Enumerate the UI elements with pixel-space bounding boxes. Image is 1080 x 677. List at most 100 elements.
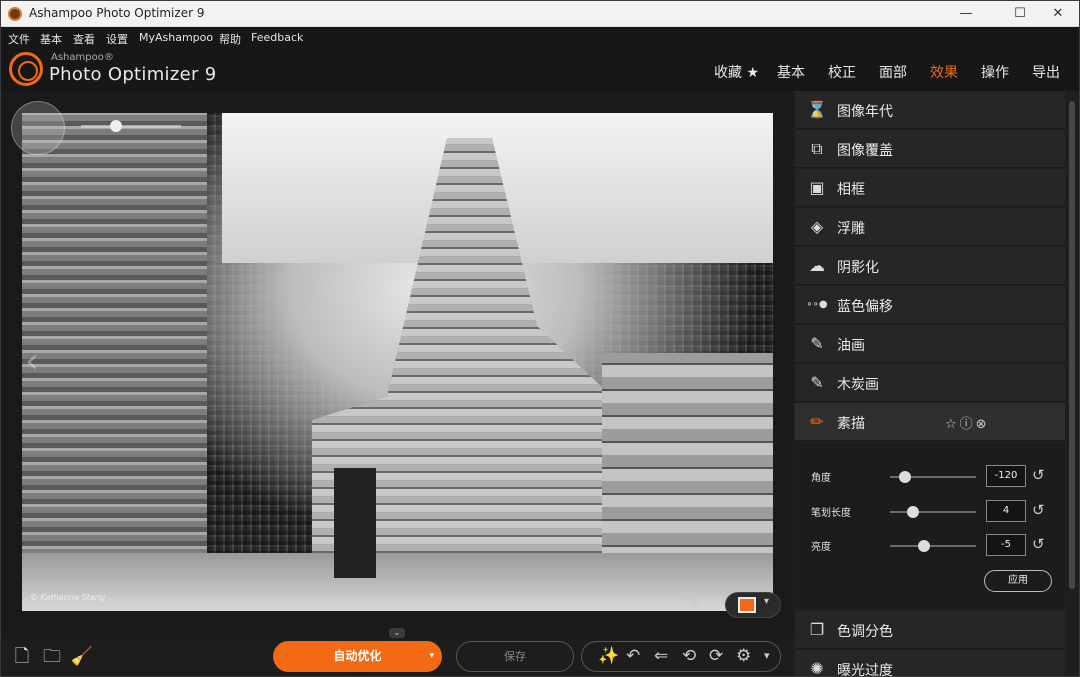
- effect-label: 曝光过度: [837, 663, 893, 677]
- collapse-toolbar-icon[interactable]: ⌄: [389, 628, 405, 638]
- clean-list-icon[interactable]: 🧹: [69, 644, 95, 670]
- brightness-slider-track[interactable]: [890, 545, 976, 547]
- add-folder-icon[interactable]: 🗀: [39, 644, 65, 670]
- effect-charcoal[interactable]: ✎ 木炭画: [795, 364, 1065, 402]
- menu-basic[interactable]: 基本: [40, 31, 62, 47]
- panel-scrollbar[interactable]: [1069, 101, 1075, 589]
- effect-actions-icons[interactable]: ☆ⓘ⊗: [945, 413, 990, 432]
- undo-all-icon[interactable]: ⇐: [654, 646, 668, 666]
- angle-slider-knob[interactable]: [898, 471, 911, 483]
- effect-label: 图像覆盖: [837, 143, 893, 159]
- close-button[interactable]: ✕: [1035, 1, 1079, 27]
- emboss-icon: ◈: [810, 217, 824, 236]
- effect-label: 木炭画: [837, 377, 879, 393]
- tab-basic[interactable]: 基本: [777, 62, 805, 82]
- photo-caption: © Katharina Starig: [30, 593, 106, 602]
- photo-ground: [22, 553, 773, 611]
- effect-shadow[interactable]: ☁ 阴影化: [795, 247, 1065, 285]
- brightness-label: 亮度: [811, 542, 831, 553]
- effect-oil-painting[interactable]: ✎ 油画: [795, 325, 1065, 363]
- effect-label: 浮雕: [837, 221, 865, 237]
- menu-help[interactable]: 帮助: [219, 31, 241, 47]
- effect-overexpose[interactable]: ✺ 曝光过度: [795, 650, 1065, 677]
- bottom-toolbar: 🗋 🗀 🧹 自动优化 ▾ 保存 ✨ ↶ ⇐ ⟲ ⟳ ⚙ ▾: [1, 638, 793, 676]
- menu-view[interactable]: 查看: [73, 31, 95, 47]
- edit-tools-group: ✨ ↶ ⇐ ⟲ ⟳ ⚙ ▾: [581, 641, 781, 672]
- app-logo-icon: [8, 7, 22, 21]
- title-bar: Ashampoo Photo Optimizer 9 — ☐ ✕: [1, 1, 1079, 27]
- rotate-left-icon[interactable]: ⟲: [682, 646, 696, 666]
- sketch-settings: 角度 -120 ↺ 笔划长度 4 ↺ 亮度 -5 ↺ 应用: [795, 444, 1065, 608]
- brightness-slider-knob[interactable]: [918, 540, 931, 552]
- chevron-down-icon[interactable]: ▾: [764, 649, 770, 662]
- apply-button[interactable]: 应用: [984, 570, 1052, 592]
- effect-label: 阴影化: [837, 260, 879, 276]
- previous-image-icon[interactable]: ‹: [25, 341, 39, 381]
- tab-effects[interactable]: 效果: [930, 62, 958, 82]
- background-color-picker[interactable]: ▾: [725, 592, 781, 618]
- effect-posterize[interactable]: ❐ 色调分色: [795, 611, 1065, 649]
- auto-optimize-button[interactable]: 自动优化 ▾: [273, 641, 442, 672]
- effect-label: 图像年代: [837, 104, 893, 120]
- brightness-value-input[interactable]: -5: [986, 534, 1026, 556]
- rotate-right-icon[interactable]: ⟳: [709, 646, 723, 666]
- hourglass-icon: ⌛: [807, 100, 827, 119]
- effect-image-age[interactable]: ⌛ 图像年代: [795, 91, 1065, 129]
- effect-label: 相框: [837, 182, 865, 198]
- effect-label: 蓝色偏移: [837, 299, 893, 315]
- stroke-length-slider-knob[interactable]: [907, 506, 920, 518]
- product-logo: Ashampoo® Photo Optimizer 9: [9, 52, 229, 88]
- menu-myashampoo[interactable]: MyAshampoo: [139, 31, 213, 44]
- brand-name: Ashampoo®: [51, 52, 114, 63]
- effect-label: 素描: [837, 416, 865, 432]
- auto-optimize-label: 自动优化: [333, 649, 382, 663]
- stroke-length-slider-track[interactable]: [890, 511, 976, 513]
- gear-icon[interactable]: ⚙: [736, 646, 751, 666]
- effect-sketch[interactable]: ✏ 素描 ☆ⓘ⊗: [795, 403, 1065, 441]
- image-overlay-icon: ⧉: [811, 139, 823, 158]
- tab-actions[interactable]: 操作: [981, 62, 1009, 82]
- chevron-down-icon[interactable]: ▾: [429, 641, 434, 672]
- menu-feedback[interactable]: Feedback: [251, 31, 303, 44]
- photo-doorway: [334, 468, 376, 578]
- magic-wand-icon[interactable]: ✨: [598, 646, 619, 666]
- app-window: Ashampoo Photo Optimizer 9 — ☐ ✕ 文件 基本 查…: [0, 0, 1080, 677]
- minimize-button[interactable]: —: [943, 1, 989, 27]
- brightness-reset-icon[interactable]: ↺: [1032, 535, 1045, 553]
- window-title: Ashampoo Photo Optimizer 9: [29, 6, 205, 20]
- effect-label: 油画: [837, 338, 865, 354]
- undo-icon[interactable]: ↶: [626, 646, 640, 666]
- effect-label: 色调分色: [837, 624, 893, 640]
- stroke-length-value-input[interactable]: 4: [986, 500, 1026, 522]
- tab-export[interactable]: 导出: [1032, 62, 1060, 82]
- photo-preview[interactable]: © Katharina Starig: [22, 113, 773, 611]
- angle-label: 角度: [811, 473, 831, 484]
- effect-emboss[interactable]: ◈ 浮雕: [795, 208, 1065, 246]
- effect-frame[interactable]: ▣ 相框: [795, 169, 1065, 207]
- effect-blue-shift[interactable]: ∘∘● 蓝色偏移: [795, 286, 1065, 324]
- angle-reset-icon[interactable]: ↺: [1032, 466, 1045, 484]
- zoom-slider-knob[interactable]: [110, 120, 122, 132]
- tab-correction[interactable]: 校正: [828, 62, 856, 82]
- product-name: Photo Optimizer 9: [49, 64, 217, 85]
- navigator-widget[interactable]: [11, 101, 65, 155]
- frame-icon: ▣: [809, 178, 825, 197]
- add-file-icon[interactable]: 🗋: [9, 644, 35, 670]
- menu-file[interactable]: 文件: [8, 31, 30, 47]
- menu-settings[interactable]: 设置: [106, 31, 128, 47]
- menu-bar: 文件 基本 查看 设置 MyAshampoo 帮助 Feedback: [1, 28, 1079, 48]
- effect-image-overlay[interactable]: ⧉ 图像覆盖: [795, 130, 1065, 168]
- compare-view-icon[interactable]: ⤡: [684, 591, 698, 612]
- tab-favorites[interactable]: 收藏 ★: [714, 62, 759, 82]
- zoom-slider-track[interactable]: [81, 125, 181, 128]
- angle-value-input[interactable]: -120: [986, 465, 1026, 487]
- pencil-icon: ✏: [810, 412, 824, 431]
- photo-pillar: [22, 113, 207, 611]
- chevron-down-icon: ▾: [764, 596, 770, 607]
- tab-face[interactable]: 面部: [879, 62, 907, 82]
- save-button[interactable]: 保存: [456, 641, 574, 672]
- ashampoo-logo-icon: [9, 52, 43, 86]
- stroke-length-reset-icon[interactable]: ↺: [1032, 501, 1045, 519]
- charcoal-icon: ✎: [810, 373, 824, 392]
- blue-shift-dots-icon: ∘∘●: [806, 299, 828, 310]
